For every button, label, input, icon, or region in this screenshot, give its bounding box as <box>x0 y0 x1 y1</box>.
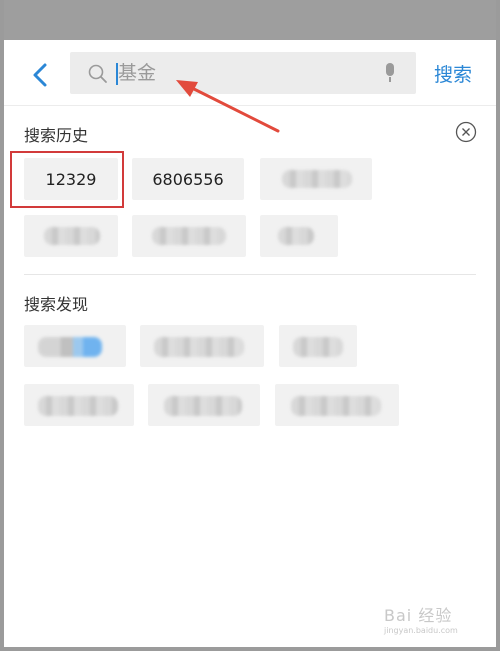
screen-frame <box>0 0 500 651</box>
